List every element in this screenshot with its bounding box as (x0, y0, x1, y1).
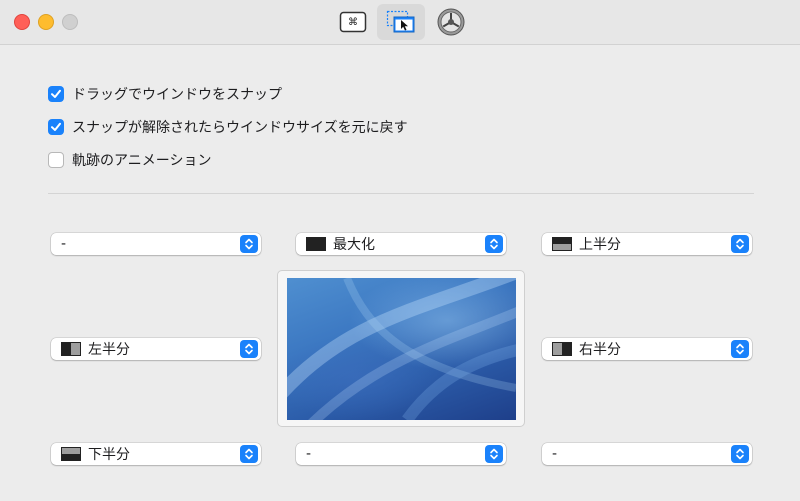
tab-keyboard-shortcuts[interactable]: ⌘ (329, 4, 377, 40)
chevron-updown-icon (731, 340, 749, 358)
option-restore-size[interactable]: スナップが解除されたらウインドウサイズを元に戻す (48, 117, 408, 137)
zoom-window-button[interactable] (62, 14, 78, 30)
snap-bottom-left-popup[interactable]: 下半分 (51, 443, 261, 465)
screen-preview (277, 270, 525, 427)
tab-snap-areas[interactable] (377, 4, 425, 40)
animate-footprint-checkbox[interactable] (48, 152, 64, 168)
right-half-layout-icon (552, 342, 572, 356)
chevron-updown-icon (240, 445, 258, 463)
checkmark-icon (51, 89, 61, 98)
snap-left-popup[interactable]: 左半分 (51, 338, 261, 360)
close-window-button[interactable] (14, 14, 30, 30)
chevron-updown-icon (485, 235, 503, 253)
snap-bottom-right-value: - (552, 446, 558, 462)
snap-bottom-popup[interactable]: - (296, 443, 506, 465)
section-divider (48, 193, 754, 194)
snap-bottom-value: - (306, 446, 312, 462)
snap-top-left-popup[interactable]: - (51, 233, 261, 255)
snap-right-value: 右半分 (579, 342, 621, 358)
tab-advanced[interactable] (427, 4, 475, 40)
snap-top-value: 最大化 (333, 237, 375, 253)
snap-right-popup[interactable]: 右半分 (542, 338, 752, 360)
chevron-updown-icon (731, 235, 749, 253)
svg-text:⌘: ⌘ (348, 17, 358, 28)
window-snap-icon (386, 10, 415, 33)
command-key-icon: ⌘ (339, 11, 367, 33)
snap-bottom-left-value: 下半分 (88, 447, 130, 463)
snap-top-right-popup[interactable]: 上半分 (542, 233, 752, 255)
left-half-layout-icon (61, 342, 81, 356)
animate-footprint-label: 軌跡のアニメーション (72, 153, 212, 169)
option-animate-footprint[interactable]: 軌跡のアニメーション (48, 150, 211, 170)
restore-size-label: スナップが解除されたらウインドウサイズを元に戻す (72, 120, 408, 136)
snap-left-value: 左半分 (88, 342, 130, 358)
snap-top-left-value: - (61, 236, 67, 252)
snap-bottom-right-popup[interactable]: - (542, 443, 752, 465)
restore-size-checkbox[interactable] (48, 119, 64, 135)
checkmark-icon (51, 122, 61, 131)
chevron-updown-icon (240, 235, 258, 253)
settings-gear-icon (437, 8, 465, 36)
snap-by-drag-label: ドラッグでウインドウをスナップ (72, 87, 282, 103)
minimize-window-button[interactable] (38, 14, 54, 30)
snap-top-popup[interactable]: 最大化 (296, 233, 506, 255)
snap-by-drag-checkbox[interactable] (48, 86, 64, 102)
top-half-layout-icon (552, 237, 572, 251)
desktop-wallpaper-image (287, 278, 516, 420)
snap-top-right-value: 上半分 (579, 237, 621, 253)
chevron-updown-icon (240, 340, 258, 358)
window-titlebar: ⌘ (0, 0, 800, 45)
option-snap-by-drag[interactable]: ドラッグでウインドウをスナップ (48, 84, 282, 104)
bottom-half-layout-icon (61, 447, 81, 461)
maximize-layout-icon (306, 237, 326, 251)
chevron-updown-icon (485, 445, 503, 463)
chevron-updown-icon (731, 445, 749, 463)
